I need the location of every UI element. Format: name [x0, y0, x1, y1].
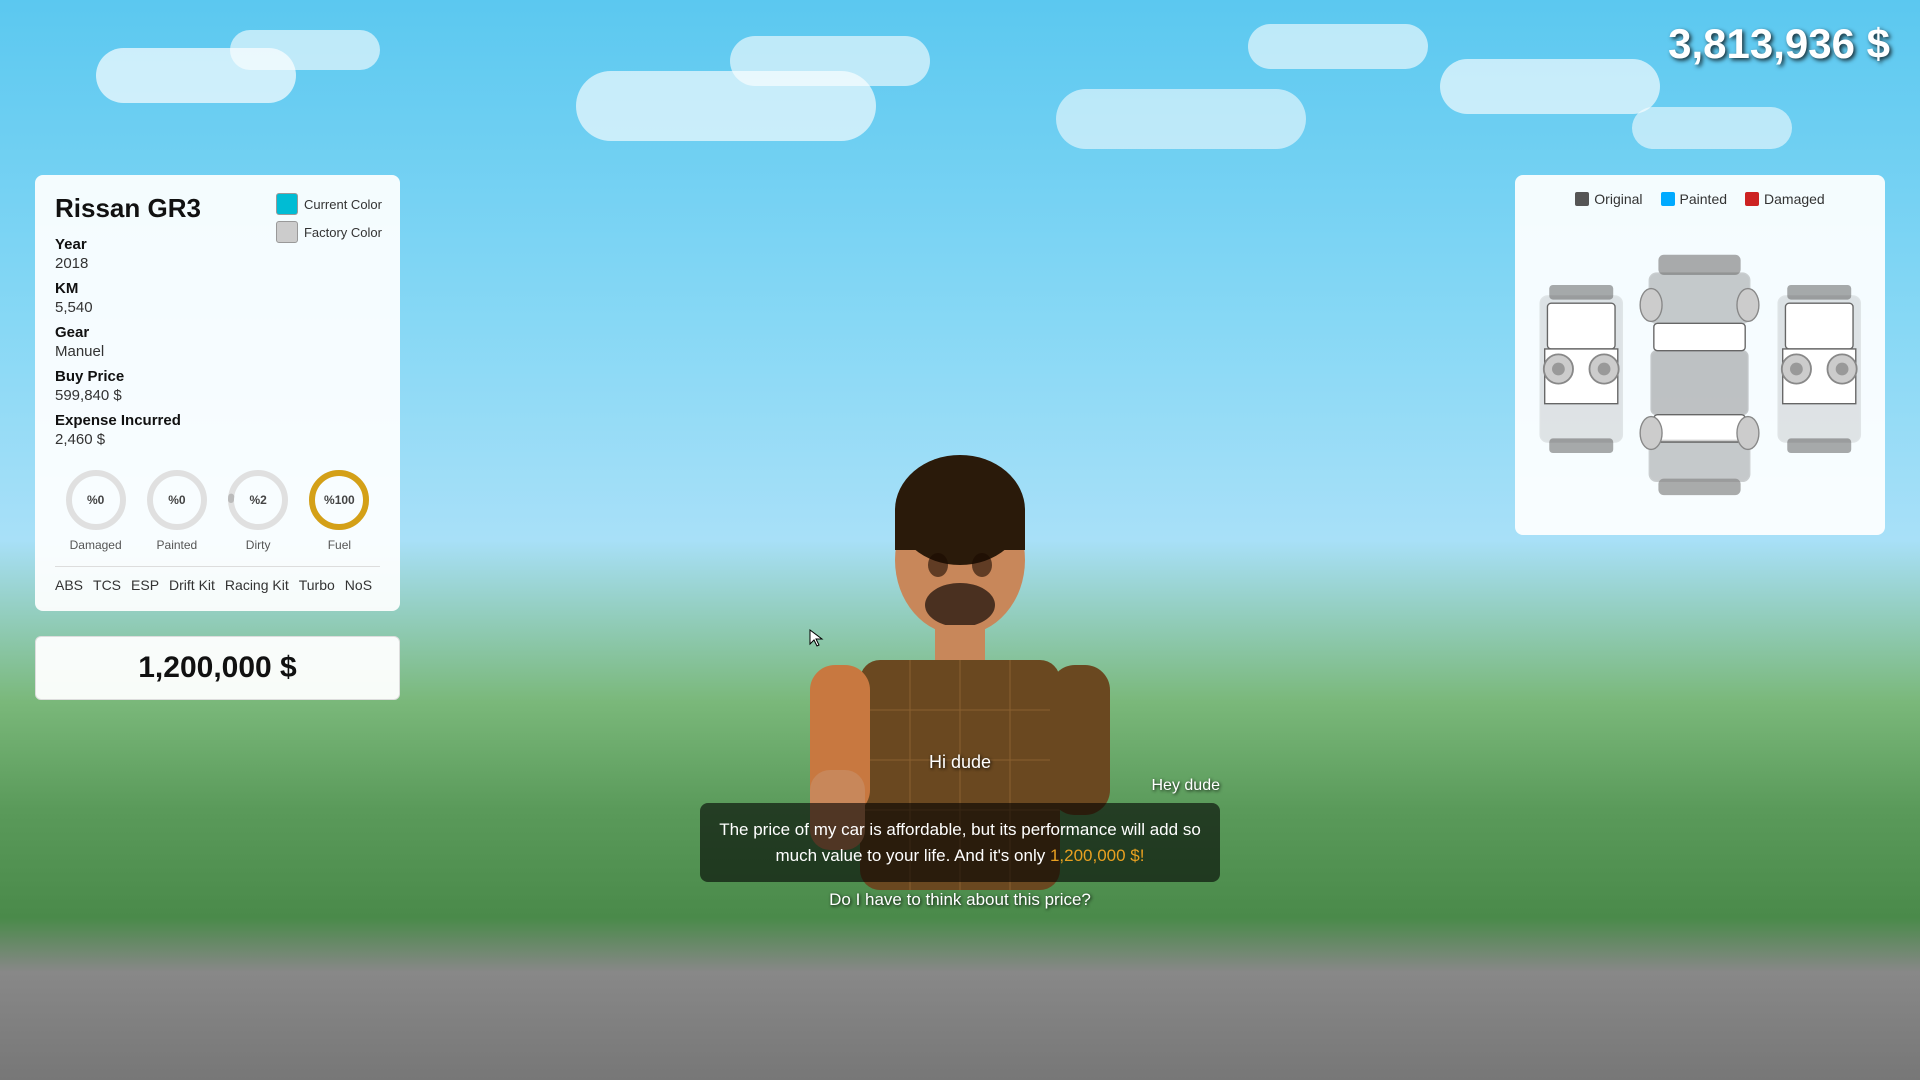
- car-diagram-panel: Original Painted Damaged: [1515, 175, 1885, 535]
- feature-turbo: Turbo: [299, 577, 335, 593]
- gauge-name-damaged: Damaged: [70, 538, 122, 552]
- diagram-legend: Original Painted Damaged: [1531, 191, 1869, 207]
- gauge-name-fuel: Fuel: [328, 538, 351, 552]
- factory-color-swatch: [276, 221, 298, 243]
- legend-damaged: Damaged: [1745, 191, 1825, 207]
- legend-dot-painted: [1661, 192, 1675, 206]
- gauge-value-damaged: %0: [87, 493, 104, 507]
- gauge-name-dirty: Dirty: [246, 538, 271, 552]
- legend-label-original: Original: [1594, 191, 1642, 207]
- gauge-damaged: %0 Damaged: [62, 466, 130, 552]
- dialog-bubble[interactable]: The price of my car is affordable, but i…: [700, 803, 1220, 882]
- dialog-question[interactable]: Do I have to think about this price?: [700, 890, 1220, 910]
- money-display: 3,813,936 $: [1668, 20, 1890, 68]
- gauge-circle-fuel: %100: [305, 466, 373, 534]
- gauge-circle-damaged: %0: [62, 466, 130, 534]
- car-right-side-svg: [1769, 229, 1869, 509]
- feature-nos: NoS: [345, 577, 372, 593]
- feature-esp: ESP: [131, 577, 159, 593]
- expense-label: Expense Incurred: [55, 412, 380, 429]
- gauge-name-painted: Painted: [157, 538, 198, 552]
- gauge-value-painted: %0: [168, 493, 185, 507]
- cursor: [808, 628, 828, 648]
- buy-price-label: Buy Price: [55, 368, 380, 385]
- dialog-area: Hi dude Hey dude The price of my car is …: [700, 752, 1220, 910]
- gauge-dirty: %2 Dirty: [224, 466, 292, 552]
- car-diagram: [1531, 219, 1869, 519]
- legend-original: Original: [1575, 191, 1642, 207]
- sale-price-display[interactable]: 1,200,000 $: [35, 636, 400, 700]
- year-value: 2018: [55, 255, 380, 272]
- gauge-circle-painted: %0: [143, 466, 211, 534]
- character: [760, 430, 1160, 1030]
- legend-dot-damaged: [1745, 192, 1759, 206]
- gear-label: Gear: [55, 324, 380, 341]
- gauge-value-dirty: %2: [249, 493, 266, 507]
- car-info-panel: Rissan GR3 Current Color Factory Color Y…: [35, 175, 400, 611]
- legend-dot-original: [1575, 192, 1589, 206]
- legend-label-painted: Painted: [1680, 191, 1727, 207]
- feature-racing kit: Racing Kit: [225, 577, 289, 593]
- current-color-row: Current Color: [276, 193, 382, 215]
- feature-tcs: TCS: [93, 577, 121, 593]
- dialog-price-highlight: 1,200,000 $!: [1050, 846, 1145, 865]
- current-color-swatch: [276, 193, 298, 215]
- expense-value: 2,460 $: [55, 431, 380, 448]
- gauge-circle-dirty: %2: [224, 466, 292, 534]
- speaker-text: Hey dude: [700, 777, 1220, 795]
- car-top-view-svg: [1631, 229, 1768, 509]
- gear-value: Manuel: [55, 343, 380, 360]
- current-color-label: Current Color: [304, 197, 382, 212]
- gauge-painted: %0 Painted: [143, 466, 211, 552]
- km-label: KM: [55, 280, 380, 297]
- factory-color-row: Factory Color: [276, 221, 382, 243]
- color-indicators: Current Color Factory Color: [276, 193, 382, 243]
- gauge-fuel: %100 Fuel: [305, 466, 373, 552]
- feature-abs: ABS: [55, 577, 83, 593]
- gauge-value-fuel: %100: [324, 493, 355, 507]
- feature-drift kit: Drift Kit: [169, 577, 215, 593]
- gauges-row: %0 Damaged %0 Painted %2 Dirty: [55, 466, 380, 552]
- factory-color-label: Factory Color: [304, 225, 382, 240]
- features-row: ABS TCS ESP Drift Kit Racing Kit Turbo NoS: [55, 566, 380, 593]
- km-value: 5,540: [55, 299, 380, 316]
- greeting-text: Hi dude: [700, 752, 1220, 773]
- car-left-side-svg: [1531, 229, 1631, 509]
- legend-label-damaged: Damaged: [1764, 191, 1825, 207]
- buy-price-value: 599,840 $: [55, 387, 380, 404]
- legend-painted: Painted: [1661, 191, 1727, 207]
